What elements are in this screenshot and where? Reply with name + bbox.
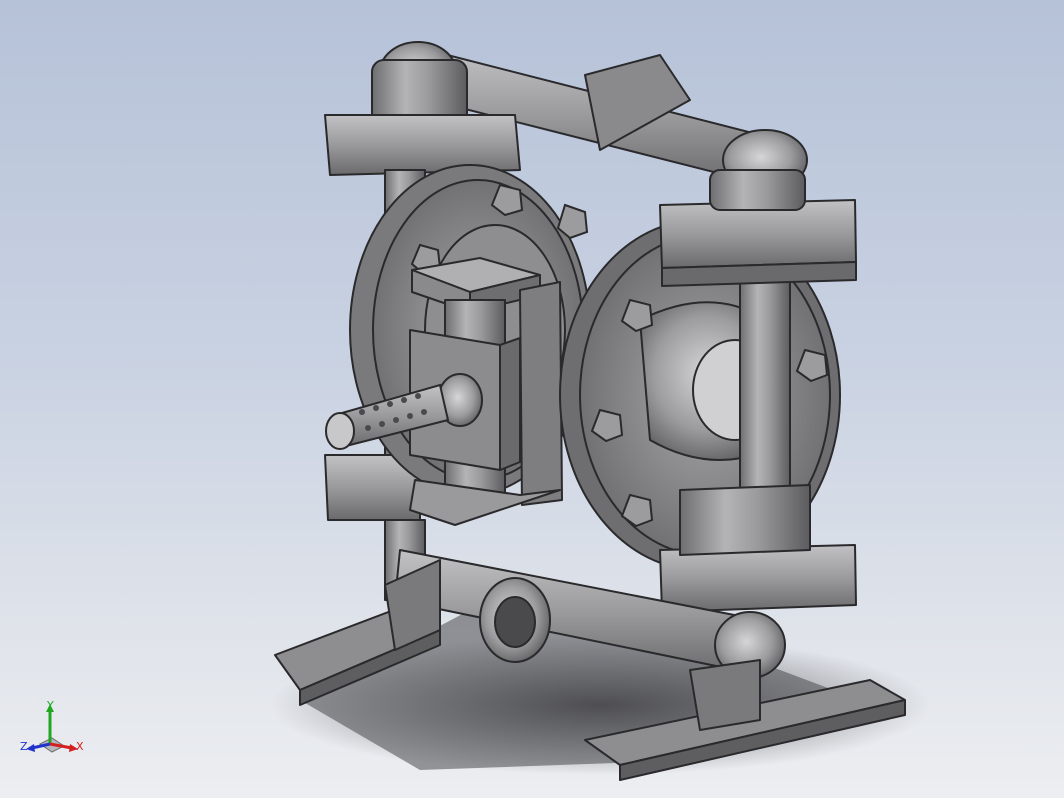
x-axis-label: X — [76, 740, 84, 753]
y-axis-label: Y — [46, 700, 54, 712]
orientation-triad: Y X Z — [20, 700, 84, 753]
pump-model[interactable] — [0, 0, 1064, 798]
z-axis-label: Z — [20, 740, 28, 753]
graphics-viewport[interactable]: Y X Z — [0, 0, 1064, 798]
